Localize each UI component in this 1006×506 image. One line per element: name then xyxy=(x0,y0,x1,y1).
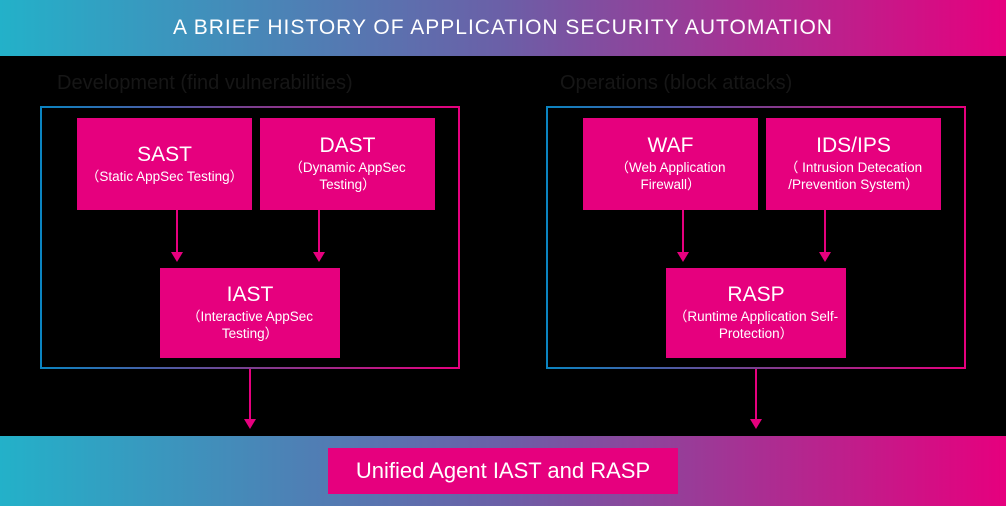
waf-sub: （Web Application Firewall） xyxy=(589,160,752,194)
ops-group-box: WAF （Web Application Firewall） IDS/IPS （… xyxy=(546,106,966,369)
dev-inner: SAST （Static AppSec Testing） DAST （Dynam… xyxy=(42,108,458,367)
sast-title: SAST xyxy=(137,143,192,166)
ops-section-label: Operations (block attacks) xyxy=(560,72,792,95)
arrow-ids-rasp-head xyxy=(819,252,831,262)
dast-card: DAST （Dynamic AppSec Testing） xyxy=(260,118,435,210)
arrow-rasp-unified-line xyxy=(755,369,757,419)
arrow-waf-rasp-line xyxy=(682,210,684,252)
arrow-dast-iast-head xyxy=(313,252,325,262)
iast-card: IAST （Interactive AppSec Testing） xyxy=(160,268,340,358)
arrow-sast-iast-head xyxy=(171,252,183,262)
rasp-sub: （Runtime Application Self-Protection） xyxy=(672,309,840,343)
waf-card: WAF （Web Application Firewall） xyxy=(583,118,758,210)
sast-card: SAST （Static AppSec Testing） xyxy=(77,118,252,210)
dev-section-label: Development (find vulnerabilities) xyxy=(57,72,353,95)
arrow-dast-iast-line xyxy=(318,210,320,252)
header-title: A BRIEF HISTORY OF APPLICATION SECURITY … xyxy=(173,16,833,40)
arrow-sast-iast-line xyxy=(176,210,178,252)
ids-title: IDS/IPS xyxy=(816,134,891,157)
dast-title: DAST xyxy=(319,134,375,157)
sast-sub: （Static AppSec Testing） xyxy=(86,169,243,186)
ops-inner: WAF （Web Application Firewall） IDS/IPS （… xyxy=(548,108,964,367)
rasp-title: RASP xyxy=(727,283,784,306)
ids-sub: （ Intrusion Detecation /Prevention Syste… xyxy=(772,160,935,194)
arrow-ids-rasp-line xyxy=(824,210,826,252)
iast-title: IAST xyxy=(227,283,274,306)
arrow-iast-unified-head xyxy=(244,419,256,429)
dev-group-box: SAST （Static AppSec Testing） DAST （Dynam… xyxy=(40,106,460,369)
dast-sub: （Dynamic AppSec Testing） xyxy=(266,160,429,194)
ids-card: IDS/IPS （ Intrusion Detecation /Preventi… xyxy=(766,118,941,210)
unified-row: Unified Agent IAST and RASP xyxy=(0,436,1006,506)
iast-sub: （Interactive AppSec Testing） xyxy=(166,309,334,343)
arrow-waf-rasp-head xyxy=(677,252,689,262)
arrow-iast-unified-line xyxy=(249,369,251,419)
rasp-card: RASP （Runtime Application Self-Protectio… xyxy=(666,268,846,358)
waf-title: WAF xyxy=(648,134,694,157)
unified-agent-box: Unified Agent IAST and RASP xyxy=(328,448,678,494)
header-bar: A BRIEF HISTORY OF APPLICATION SECURITY … xyxy=(0,0,1006,56)
arrow-rasp-unified-head xyxy=(750,419,762,429)
diagram-stage: Development (find vulnerabilities) Opera… xyxy=(0,56,1006,436)
